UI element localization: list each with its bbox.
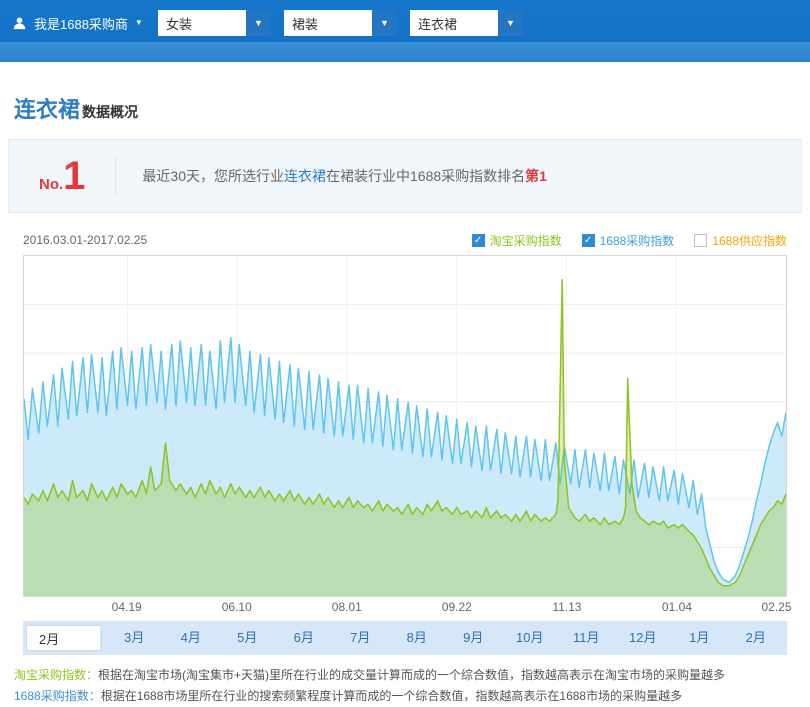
rank-banner: No.1 最近30天，您所选行业连衣裙在裙装行业中1688采购指数排名第1 bbox=[8, 139, 802, 213]
month-tab-5月[interactable]: 5月 bbox=[219, 621, 276, 655]
chevron-down-icon[interactable]: ▼ bbox=[246, 10, 271, 36]
footnote-text: 根据在淘宝市场(淘宝集市+天猫)里所在行业的成交量计算而成的一个综合数值，指数越… bbox=[98, 668, 725, 682]
select-value: 连衣裙 bbox=[410, 14, 498, 33]
chart-section: 2016.03.01-2017.02.25 ✓ 淘宝采购指数 ✓ 1688采购指数 16… bbox=[23, 231, 787, 655]
checkbox-checked-icon[interactable]: ✓ bbox=[582, 234, 595, 247]
x-axis-labels: 04.1906.1008.0109.2211.1301.0402.25 bbox=[23, 597, 787, 617]
checkbox-unchecked-icon[interactable] bbox=[694, 234, 707, 247]
month-tab-6月[interactable]: 6月 bbox=[276, 621, 333, 655]
footnote-taobao: 淘宝采购指数：根据在淘宝市场(淘宝集市+天猫)里所在行业的成交量计算而成的一个综… bbox=[14, 665, 810, 686]
month-select-divider bbox=[100, 626, 101, 650]
month-select-value: 2月 bbox=[39, 629, 59, 648]
legend-label: 1688供应指数 bbox=[712, 232, 787, 249]
user-icon bbox=[12, 16, 27, 31]
chart-box bbox=[23, 255, 787, 597]
month-tab-3月[interactable]: 3月 bbox=[106, 621, 163, 655]
select-value: 女装 bbox=[158, 14, 246, 33]
month-tab-7月[interactable]: 7月 bbox=[332, 621, 389, 655]
chevron-down-icon[interactable]: ▼ bbox=[372, 10, 397, 36]
x-tick-label: 08.01 bbox=[332, 600, 362, 614]
month-tab-10月[interactable]: 10月 bbox=[502, 621, 559, 655]
month-select[interactable]: 2月 bbox=[26, 625, 102, 651]
user-menu-label: 我是1688采购商 bbox=[34, 14, 128, 33]
date-range-label: 2016.03.01-2017.02.25 bbox=[23, 233, 147, 247]
footnote-1688: 1688采购指数：根据在1688市场里所在行业的搜索频繁程度计算而成的一个综合数… bbox=[14, 686, 810, 707]
top-header: 我是1688采购商 ▼ 女装 ▼ 裙装 ▼ 连衣裙 ▼ bbox=[0, 0, 810, 62]
index-footnotes: 淘宝采购指数：根据在淘宝市场(淘宝集市+天猫)里所在行业的成交量计算而成的一个综… bbox=[14, 665, 810, 707]
month-bar: 2月 3月4月5月6月7月8月9月10月11月12月1月2月 bbox=[23, 621, 787, 655]
rank-text-part: 最近30天，您所选行业 bbox=[142, 168, 284, 184]
select-value: 裙装 bbox=[284, 14, 372, 33]
purchase-index-page: { "colors": { "header_blue": "#1577ca", … bbox=[0, 0, 810, 692]
footnote-label: 1688采购指数： bbox=[14, 689, 101, 703]
legend-label: 1688采购指数 bbox=[600, 232, 675, 249]
month-tab-9月[interactable]: 9月 bbox=[445, 621, 502, 655]
page-title: 连衣裙数据概况 bbox=[14, 92, 810, 124]
caret-down-icon: ▼ bbox=[135, 19, 143, 27]
legend-label: 淘宝采购指数 bbox=[490, 232, 562, 249]
title-suffix: 数据概况 bbox=[82, 104, 138, 120]
rank-text-keyword: 连衣裙 bbox=[284, 168, 326, 184]
category-select-level3[interactable]: 连衣裙 ▼ bbox=[410, 10, 523, 36]
rank-no-value: 1 bbox=[63, 156, 85, 196]
category-select-level2[interactable]: 裙装 ▼ bbox=[284, 10, 397, 36]
month-tab-1月[interactable]: 1月 bbox=[671, 621, 728, 655]
x-tick-label: 01.04 bbox=[662, 600, 692, 614]
x-tick-label: 11.13 bbox=[552, 600, 581, 614]
checkbox-checked-icon[interactable]: ✓ bbox=[472, 234, 485, 247]
chart-legend: ✓ 淘宝采购指数 ✓ 1688采购指数 1688供应指数 bbox=[452, 232, 787, 249]
month-tab-4月[interactable]: 4月 bbox=[163, 621, 220, 655]
rank-no-prefix: No. bbox=[39, 176, 63, 193]
month-tab-2月[interactable]: 2月 bbox=[728, 621, 785, 655]
user-menu[interactable]: 我是1688采购商 ▼ bbox=[12, 14, 158, 33]
footnote-label: 淘宝采购指数： bbox=[14, 668, 98, 682]
rank-number: No.1 bbox=[39, 156, 85, 196]
x-tick-label: 02.25 bbox=[761, 600, 791, 614]
vertical-divider bbox=[115, 155, 116, 197]
title-keyword: 连衣裙 bbox=[14, 97, 80, 122]
footnote-text: 根据在1688市场里所在行业的搜索频繁程度计算而成的一个综合数值，指数越高表示在… bbox=[101, 689, 682, 703]
chart-header: 2016.03.01-2017.02.25 ✓ 淘宝采购指数 ✓ 1688采购指数 16… bbox=[23, 231, 787, 249]
legend-item-3[interactable]: 1688供应指数 bbox=[694, 232, 787, 249]
rank-text-part: 在裙装行业中1688采购指数排名 bbox=[326, 168, 525, 184]
month-tab-11月[interactable]: 11月 bbox=[558, 621, 615, 655]
rank-description: 最近30天，您所选行业连衣裙在裙装行业中1688采购指数排名第1 bbox=[142, 166, 547, 186]
legend-item-2[interactable]: ✓ 1688采购指数 bbox=[582, 232, 675, 249]
month-tab-8月[interactable]: 8月 bbox=[389, 621, 446, 655]
category-select-level1[interactable]: 女装 ▼ bbox=[158, 10, 271, 36]
trend-chart-svg bbox=[24, 256, 786, 596]
legend-item-1[interactable]: ✓ 淘宝采购指数 bbox=[472, 232, 562, 249]
x-tick-label: 06.10 bbox=[222, 600, 252, 614]
month-tab-12月[interactable]: 12月 bbox=[615, 621, 672, 655]
x-tick-label: 04.19 bbox=[112, 600, 142, 614]
month-tabs: 3月4月5月6月7月8月9月10月11月12月1月2月 bbox=[106, 621, 784, 655]
chevron-down-icon[interactable]: ▼ bbox=[498, 10, 523, 36]
x-tick-label: 09.22 bbox=[442, 600, 472, 614]
rank-text-rank: 第1 bbox=[525, 168, 547, 184]
